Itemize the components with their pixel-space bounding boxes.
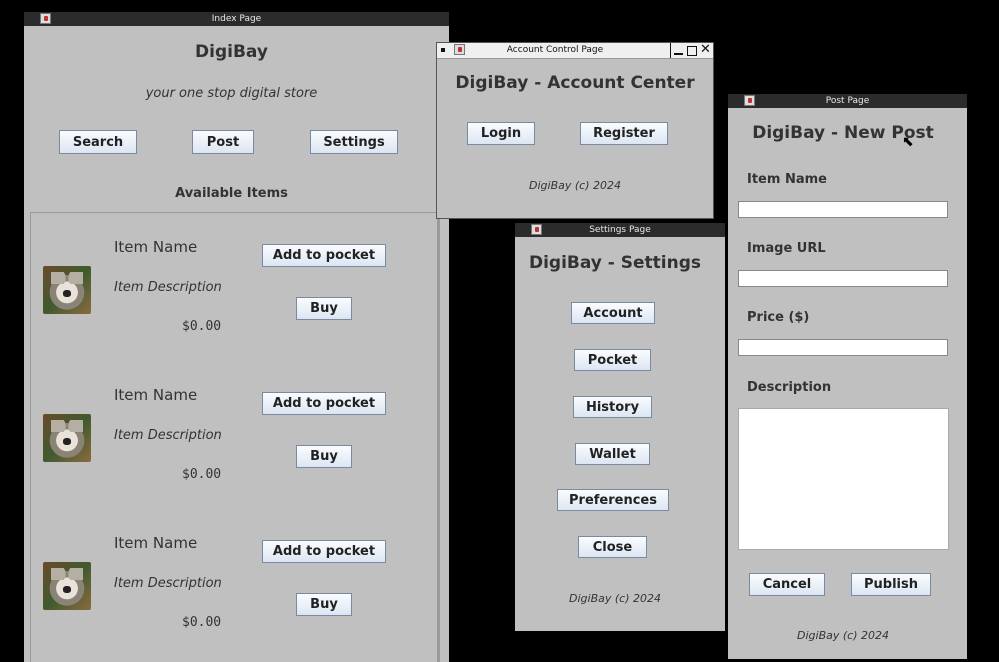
settings-button[interactable]: Settings	[310, 130, 398, 154]
window-title: Settings Page	[589, 225, 651, 235]
wallet-button[interactable]: Wallet	[575, 443, 650, 465]
window-title: Account Control Page	[506, 45, 604, 55]
register-button[interactable]: Register	[580, 122, 668, 145]
item-price: $0.00	[182, 615, 222, 630]
koala-thumbnail	[43, 266, 91, 314]
item-price: $0.00	[182, 319, 222, 334]
java-app-icon	[40, 13, 51, 24]
item-name: Item Name	[114, 238, 198, 256]
item-name: Item Name	[114, 534, 198, 552]
minimize-icon[interactable]	[674, 53, 683, 55]
item-price: $0.00	[182, 467, 222, 482]
java-app-icon	[531, 224, 542, 235]
pocket-button[interactable]: Pocket	[574, 349, 651, 371]
koala-thumbnail	[43, 562, 91, 610]
items-panel	[30, 212, 440, 662]
koala-thumbnail	[43, 414, 91, 462]
settings-titlebar[interactable]: Settings Page	[515, 223, 725, 237]
buy-button[interactable]: Buy	[296, 297, 352, 320]
image-url-label: Image URL	[747, 241, 826, 256]
image-url-field[interactable]	[738, 270, 948, 287]
item-name-label: Item Name	[747, 172, 827, 187]
add-to-pocket-button[interactable]: Add to pocket	[262, 392, 386, 415]
index-titlebar[interactable]: Index Page	[24, 12, 449, 26]
items-scrollbar[interactable]	[437, 212, 440, 662]
java-app-icon	[744, 95, 755, 106]
price-field[interactable]	[738, 339, 948, 356]
description-textarea[interactable]	[738, 408, 949, 550]
window-title: Index Page	[211, 14, 262, 24]
post-title: DigiBay - New Post	[752, 123, 934, 143]
index-window: Index Page DigiBay your one stop digital…	[24, 12, 449, 662]
settings-window: Settings Page DigiBay - Settings Account…	[515, 223, 725, 631]
search-button[interactable]: Search	[59, 130, 137, 154]
publish-button[interactable]: Publish	[851, 573, 931, 596]
account-titlebar[interactable]: Account Control Page ✕	[437, 43, 713, 59]
buy-button[interactable]: Buy	[296, 593, 352, 616]
post-window: Post Page DigiBay - New Post ⬉ Item Name…	[728, 94, 967, 659]
preferences-button[interactable]: Preferences	[557, 489, 669, 511]
buy-button[interactable]: Buy	[296, 445, 352, 468]
login-button[interactable]: Login	[467, 122, 535, 145]
post-button[interactable]: Post	[192, 130, 254, 154]
java-app-icon	[454, 44, 465, 55]
maximize-icon[interactable]	[687, 46, 697, 56]
history-button[interactable]: History	[573, 396, 652, 418]
add-to-pocket-button[interactable]: Add to pocket	[262, 244, 386, 267]
account-window: Account Control Page ✕ DigiBay - Account…	[436, 42, 714, 219]
item-name-field[interactable]	[738, 201, 948, 218]
item-description: Item Description	[114, 428, 222, 443]
mouse-pointer-icon: ⬉	[902, 134, 914, 150]
item-description: Item Description	[114, 280, 222, 295]
post-titlebar[interactable]: Post Page	[728, 94, 967, 108]
titlebar-divider	[670, 43, 671, 58]
app-title: DigiBay	[195, 42, 268, 62]
post-footer: DigiBay (c) 2024	[797, 629, 889, 642]
account-button[interactable]: Account	[571, 302, 655, 324]
settings-footer: DigiBay (c) 2024	[569, 592, 661, 605]
cancel-button[interactable]: Cancel	[749, 573, 825, 596]
close-button[interactable]: Close	[578, 536, 647, 558]
settings-title: DigiBay - Settings	[528, 253, 702, 273]
window-menu-icon[interactable]	[441, 48, 445, 52]
window-title: Post Page	[825, 96, 870, 106]
add-to-pocket-button[interactable]: Add to pocket	[262, 540, 386, 563]
item-description: Item Description	[114, 576, 222, 591]
close-icon[interactable]: ✕	[700, 43, 711, 57]
tagline: your one stop digital store	[145, 86, 318, 101]
description-label: Description	[747, 380, 832, 395]
account-footer: DigiBay (c) 2024	[529, 179, 621, 192]
available-items-label: Available Items	[175, 186, 288, 201]
price-label: Price ($)	[747, 310, 810, 325]
item-name: Item Name	[114, 386, 198, 404]
account-title: DigiBay - Account Center	[455, 73, 695, 93]
